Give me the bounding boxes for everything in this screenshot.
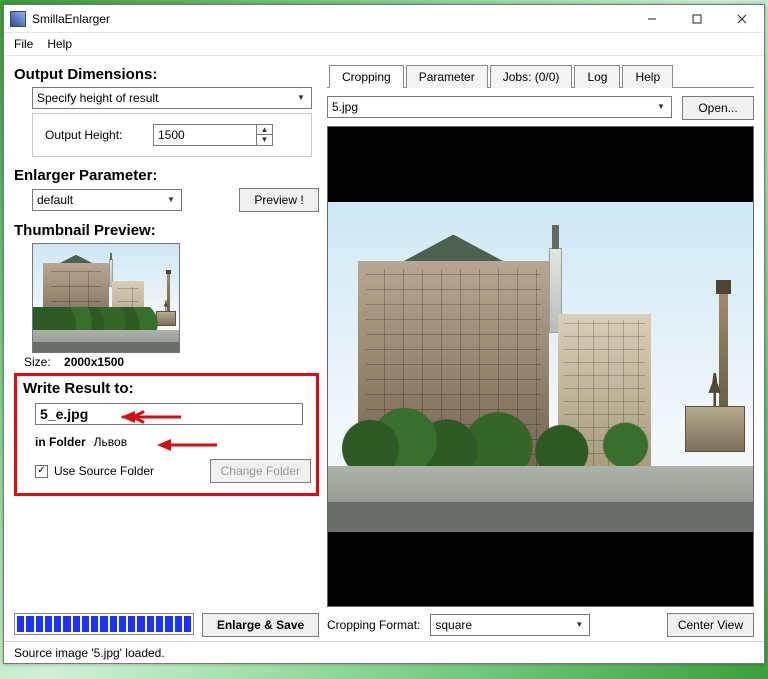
menu-file[interactable]: File	[10, 35, 37, 53]
preview-button[interactable]: Preview !	[239, 188, 319, 212]
file-select-value: 5.jpg	[332, 100, 358, 114]
enlarger-parameter-heading: Enlarger Parameter:	[14, 167, 319, 184]
output-height-value: 1500	[158, 128, 256, 142]
dimension-method-select[interactable]: Specify height of result ▼	[32, 87, 312, 109]
cropping-format-label: Cropping Format:	[327, 618, 420, 632]
folder-name: Львов	[94, 435, 127, 449]
image-preview[interactable]	[327, 126, 754, 607]
annotation-arrow-icon	[157, 438, 217, 452]
chevron-down-icon: ▼	[571, 621, 587, 629]
open-button[interactable]: Open...	[682, 96, 754, 120]
checkbox-checked-icon: ✓	[35, 465, 48, 478]
tab-log[interactable]: Log	[574, 65, 620, 88]
chevron-down-icon: ▼	[293, 94, 309, 102]
enlarge-save-button[interactable]: Enlarge & Save	[202, 613, 319, 637]
spinner-up-icon[interactable]: ▲	[257, 125, 272, 135]
status-bar: Source image '5.jpg' loaded.	[4, 641, 764, 663]
output-height-spinner[interactable]: 1500 ▲ ▼	[153, 124, 273, 146]
close-button[interactable]	[719, 5, 764, 33]
tab-bar: Cropping Parameter Jobs: (0/0) Log Help	[327, 64, 754, 88]
use-source-folder-label: Use Source Folder	[54, 464, 154, 478]
tab-jobs[interactable]: Jobs: (0/0)	[490, 65, 573, 88]
file-select[interactable]: 5.jpg ▼	[327, 96, 672, 118]
chevron-down-icon: ▼	[653, 103, 669, 111]
menubar: File Help	[4, 33, 764, 56]
in-folder-label: in Folder	[35, 435, 86, 449]
output-dimensions-heading: Output Dimensions:	[14, 66, 319, 83]
minimize-button[interactable]	[629, 5, 674, 33]
app-window: SmillaEnlarger File Help Output Dimensio…	[3, 4, 765, 664]
tab-parameter[interactable]: Parameter	[406, 65, 488, 88]
spinner-down-icon[interactable]: ▼	[257, 135, 272, 145]
menu-help[interactable]: Help	[43, 35, 76, 53]
dimension-method-value: Specify height of result	[37, 91, 158, 105]
center-view-button[interactable]: Center View	[667, 613, 754, 637]
cropping-format-select[interactable]: square ▼	[430, 614, 590, 636]
parameter-preset-select[interactable]: default ▼	[32, 189, 182, 211]
use-source-folder-checkbox[interactable]: ✓ Use Source Folder	[35, 464, 154, 478]
write-result-heading: Write Result to:	[23, 380, 310, 397]
thumbnail-size-value: 2000x1500	[64, 355, 124, 369]
tab-help[interactable]: Help	[622, 65, 673, 88]
chevron-down-icon: ▼	[163, 196, 179, 204]
change-folder-button[interactable]: Change Folder	[210, 459, 311, 483]
status-text: Source image '5.jpg' loaded.	[14, 646, 165, 660]
cropping-format-value: square	[435, 618, 472, 632]
thumbnail-heading: Thumbnail Preview:	[14, 222, 319, 239]
thumbnail-size-label: Size:	[24, 355, 51, 369]
parameter-preset-value: default	[37, 193, 73, 207]
tab-cropping[interactable]: Cropping	[329, 65, 404, 88]
result-filename-value: 5_e.jpg	[40, 406, 88, 422]
app-icon	[10, 11, 26, 27]
progress-bar	[14, 613, 194, 635]
thumbnail-preview	[32, 243, 180, 353]
window-title: SmillaEnlarger	[32, 12, 629, 26]
titlebar: SmillaEnlarger	[4, 5, 764, 33]
output-height-label: Output Height:	[45, 128, 145, 142]
annotation-arrow-icon	[121, 410, 181, 424]
maximize-button[interactable]	[674, 5, 719, 33]
